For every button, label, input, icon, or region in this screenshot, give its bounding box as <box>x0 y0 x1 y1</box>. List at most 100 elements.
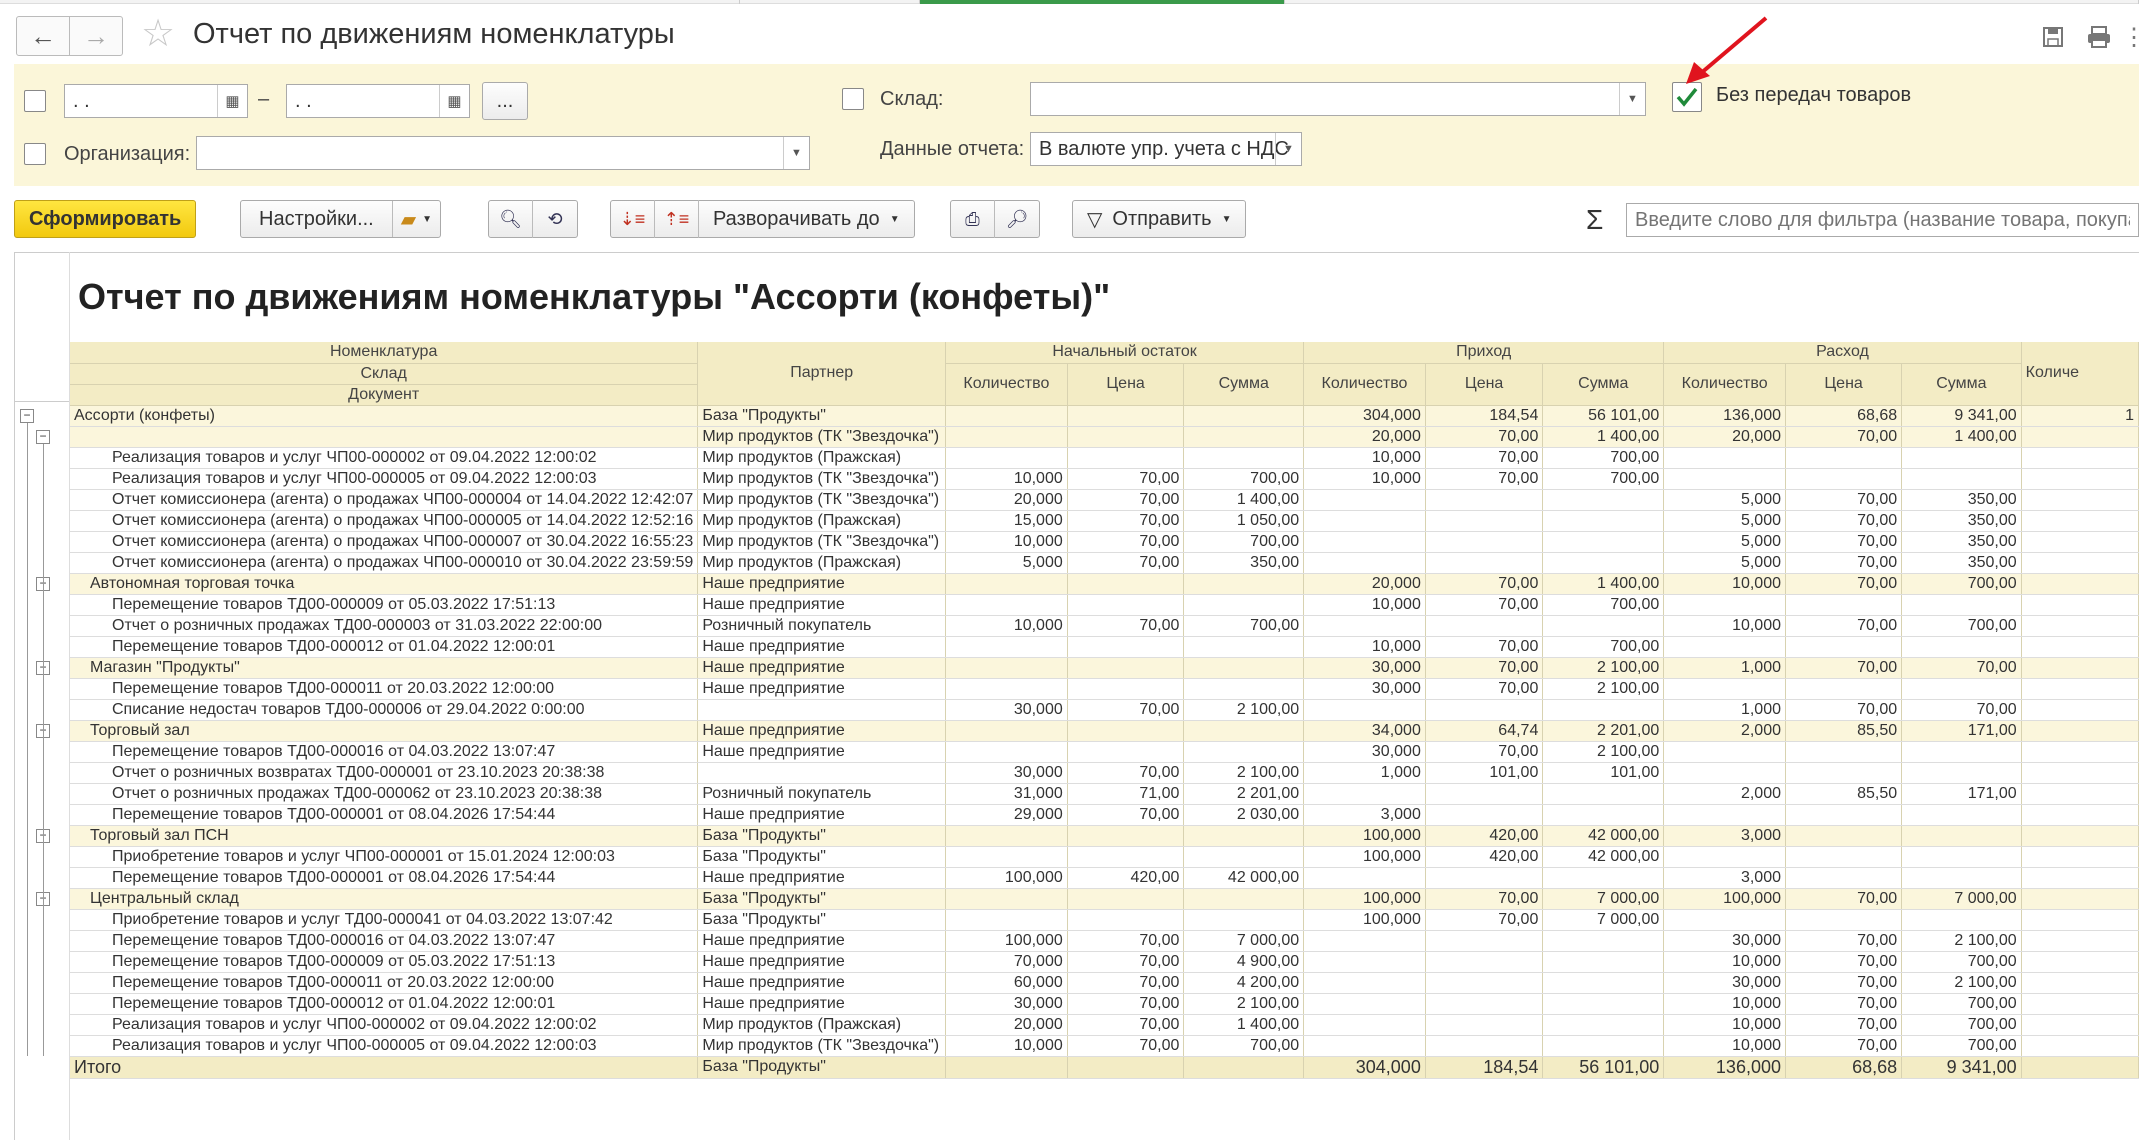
document-row[interactable]: Отчет комиссионера (агента) о продажах Ч… <box>70 510 2139 532</box>
tab-segment[interactable] <box>1285 0 2139 4</box>
total-row[interactable]: Итого База "Продукты" 304,000 184,54 56 101,… <box>70 1056 2139 1079</box>
period-select-button[interactable]: ... <box>482 82 528 120</box>
row-cell-es: 9 341,00 <box>1901 405 2022 427</box>
tab-segment-active[interactable] <box>920 0 1285 4</box>
group-row[interactable]: Магазин "Продукты" Наше предприятие 30,000… <box>70 657 2139 679</box>
document-row[interactable]: Отчет комиссионера (агента) о продажах Ч… <box>70 531 2139 553</box>
send-button[interactable]: ▽ Отправить ▼ <box>1072 200 1247 238</box>
row-cell-ip <box>1425 930 1544 952</box>
report-data-select[interactable]: В валюте упр. учета с НДС ▼ <box>1030 132 1302 166</box>
print-icon[interactable] <box>2082 20 2116 54</box>
row-cell-oq: 20,000 <box>945 489 1068 511</box>
without-transfers-checkbox[interactable] <box>1672 82 1702 112</box>
sort-asc-icon[interactable]: ⇣≡ <box>611 200 655 238</box>
print-preview-icon[interactable]: 🔎︎ <box>995 200 1039 238</box>
header-document[interactable]: Документ <box>70 384 699 406</box>
sort-desc-icon[interactable]: ⇡≡ <box>655 200 699 238</box>
row-cell-ip <box>1425 552 1544 574</box>
row-partner: Наше предприятие <box>697 573 947 595</box>
row-partner: Мир продуктов (ТК "Звездочка") <box>697 489 947 511</box>
document-row[interactable]: Перемещение товаров ТД00-000009 от 05.03… <box>70 951 2139 973</box>
group-row[interactable]: Торговый зал ПСН База "Продукты" 100,000 42… <box>70 825 2139 847</box>
header-partner[interactable]: Партнер <box>697 342 947 406</box>
calendar-icon[interactable]: ▦ <box>439 85 469 117</box>
header-warehouse[interactable]: Склад <box>70 363 699 385</box>
document-row[interactable]: Отчет о розничных продажах ТД00-000062 о… <box>70 783 2139 805</box>
row-cell-iq <box>1303 615 1426 637</box>
search-button-group: 🔍︎ ⟲ <box>488 200 578 238</box>
calendar-icon[interactable]: ▦ <box>217 85 247 117</box>
document-row[interactable]: Реализация товаров и услуг ЧП00-000005 о… <box>70 468 2139 490</box>
row-cell-iq <box>1303 1014 1426 1036</box>
document-row[interactable]: Отчет о розничных возвратах ТД00-000001 … <box>70 762 2139 784</box>
forward-button[interactable]: → <box>69 16 123 56</box>
row-name: Реализация товаров и услуг ЧП00-000005 о… <box>70 468 699 490</box>
document-row[interactable]: Перемещение товаров ТД00-000001 от 08.04… <box>70 867 2139 889</box>
header-price: Цена <box>1425 363 1544 406</box>
document-row[interactable]: Перемещение товаров ТД00-000011 от 20.03… <box>70 678 2139 700</box>
row-name: Отчет о розничных возвратах ТД00-000001 … <box>70 762 699 784</box>
document-row[interactable]: Перемещение товаров ТД00-000016 от 04.03… <box>70 930 2139 952</box>
document-row[interactable]: Перемещение товаров ТД00-000011 от 20.03… <box>70 972 2139 994</box>
row-cell-op: 70,00 <box>1067 468 1185 490</box>
group-row[interactable]: Мир продуктов (ТК "Звездочка") 20,000 70,0… <box>70 426 2139 448</box>
document-row[interactable]: Реализация товаров и услуг ЧП00-000002 о… <box>70 1014 2139 1036</box>
filter-search-input[interactable] <box>1626 203 2139 237</box>
group-row[interactable]: Торговый зал Наше предприятие 34,000 64,74 2… <box>70 720 2139 742</box>
search-icon[interactable]: 🔍︎ <box>489 200 533 238</box>
total-cell-ep: 68,68 <box>1785 1056 1903 1079</box>
sum-icon[interactable]: Σ <box>1586 204 1603 236</box>
collapse-toggle-icon[interactable]: − <box>20 408 34 423</box>
row-cell-oq: 60,000 <box>945 972 1068 994</box>
group-row[interactable]: Ассорти (конфеты) База "Продукты" 304,000 1… <box>70 405 2139 427</box>
save-icon[interactable] <box>2036 20 2070 54</box>
row-cell-eq <box>1663 447 1786 469</box>
document-row[interactable]: Реализация товаров и услуг ЧП00-000002 о… <box>70 447 2139 469</box>
document-row[interactable]: Перемещение товаров ТД00-000012 от 01.04… <box>70 636 2139 658</box>
search-next-icon[interactable]: ⟲ <box>533 200 577 238</box>
organization-checkbox[interactable] <box>24 143 46 165</box>
document-row[interactable]: Реализация товаров и услуг ЧП00-000005 о… <box>70 1035 2139 1057</box>
favorite-star-icon[interactable]: ☆ <box>141 14 175 54</box>
row-cell-ip <box>1425 783 1544 805</box>
date-from-field[interactable]: . . ▦ <box>64 84 248 118</box>
document-row[interactable]: Перемещение товаров ТД00-000012 от 01.04… <box>70 993 2139 1015</box>
row-cell-cut <box>2021 762 2139 784</box>
variants-button[interactable]: ▰ ▼ <box>393 207 440 232</box>
expand-to-button[interactable]: Разворачивать до ▼ <box>699 208 914 231</box>
document-row[interactable]: Перемещение товаров ТД00-000009 от 05.03… <box>70 594 2139 616</box>
row-cell-ep <box>1785 846 1903 868</box>
warehouse-checkbox[interactable] <box>842 88 864 110</box>
chevron-down-icon[interactable]: ▼ <box>783 137 809 169</box>
print-icon[interactable]: ⎙ <box>951 200 995 238</box>
collapse-toggle-icon[interactable]: − <box>36 429 50 444</box>
tab-segment[interactable] <box>740 0 920 4</box>
tab-segment[interactable] <box>0 0 740 4</box>
row-cell-eq: 5,000 <box>1663 489 1786 511</box>
document-row[interactable]: Перемещение товаров ТД00-000001 от 08.04… <box>70 804 2139 826</box>
settings-button[interactable]: Настройки... <box>241 201 393 237</box>
document-row[interactable]: Отчет комиссионера (агента) о продажах Ч… <box>70 489 2139 511</box>
group-row[interactable]: Автономная торговая точка Наше предприяти… <box>70 573 2139 595</box>
back-button[interactable]: ← <box>16 16 70 56</box>
more-icon[interactable]: ⋮ <box>2122 20 2139 54</box>
document-row[interactable]: Приобретение товаров и услуг ЧП00-000001… <box>70 846 2139 868</box>
row-partner: Наше предприятие <box>697 993 947 1015</box>
document-row[interactable]: Отчет о розничных продажах ТД00-000003 о… <box>70 615 2139 637</box>
header-nomenclature[interactable]: Номенклатура <box>70 342 699 364</box>
row-cell-is: 700,00 <box>1542 636 1665 658</box>
chevron-down-icon[interactable]: ▼ <box>1275 133 1301 165</box>
chevron-down-icon[interactable]: ▼ <box>1619 83 1645 115</box>
generate-button[interactable]: Сформировать <box>14 200 197 238</box>
row-name: Реализация товаров и услуг ЧП00-000002 о… <box>70 447 699 469</box>
date-to-field[interactable]: . . ▦ <box>286 84 470 118</box>
period-checkbox[interactable] <box>24 90 46 112</box>
row-cell-iq: 34,000 <box>1303 720 1426 742</box>
document-row[interactable]: Списание недостач товаров ТД00-000006 от… <box>70 699 2139 721</box>
document-row[interactable]: Приобретение товаров и услуг ТД00-000041… <box>70 909 2139 931</box>
organization-field[interactable]: ▼ <box>196 136 810 170</box>
warehouse-field[interactable]: ▼ <box>1030 82 1646 116</box>
document-row[interactable]: Перемещение товаров ТД00-000016 от 04.03… <box>70 741 2139 763</box>
group-row[interactable]: Центральный склад База "Продукты" 100,000 7… <box>70 888 2139 910</box>
document-row[interactable]: Отчет комиссионера (агента) о продажах Ч… <box>70 552 2139 574</box>
